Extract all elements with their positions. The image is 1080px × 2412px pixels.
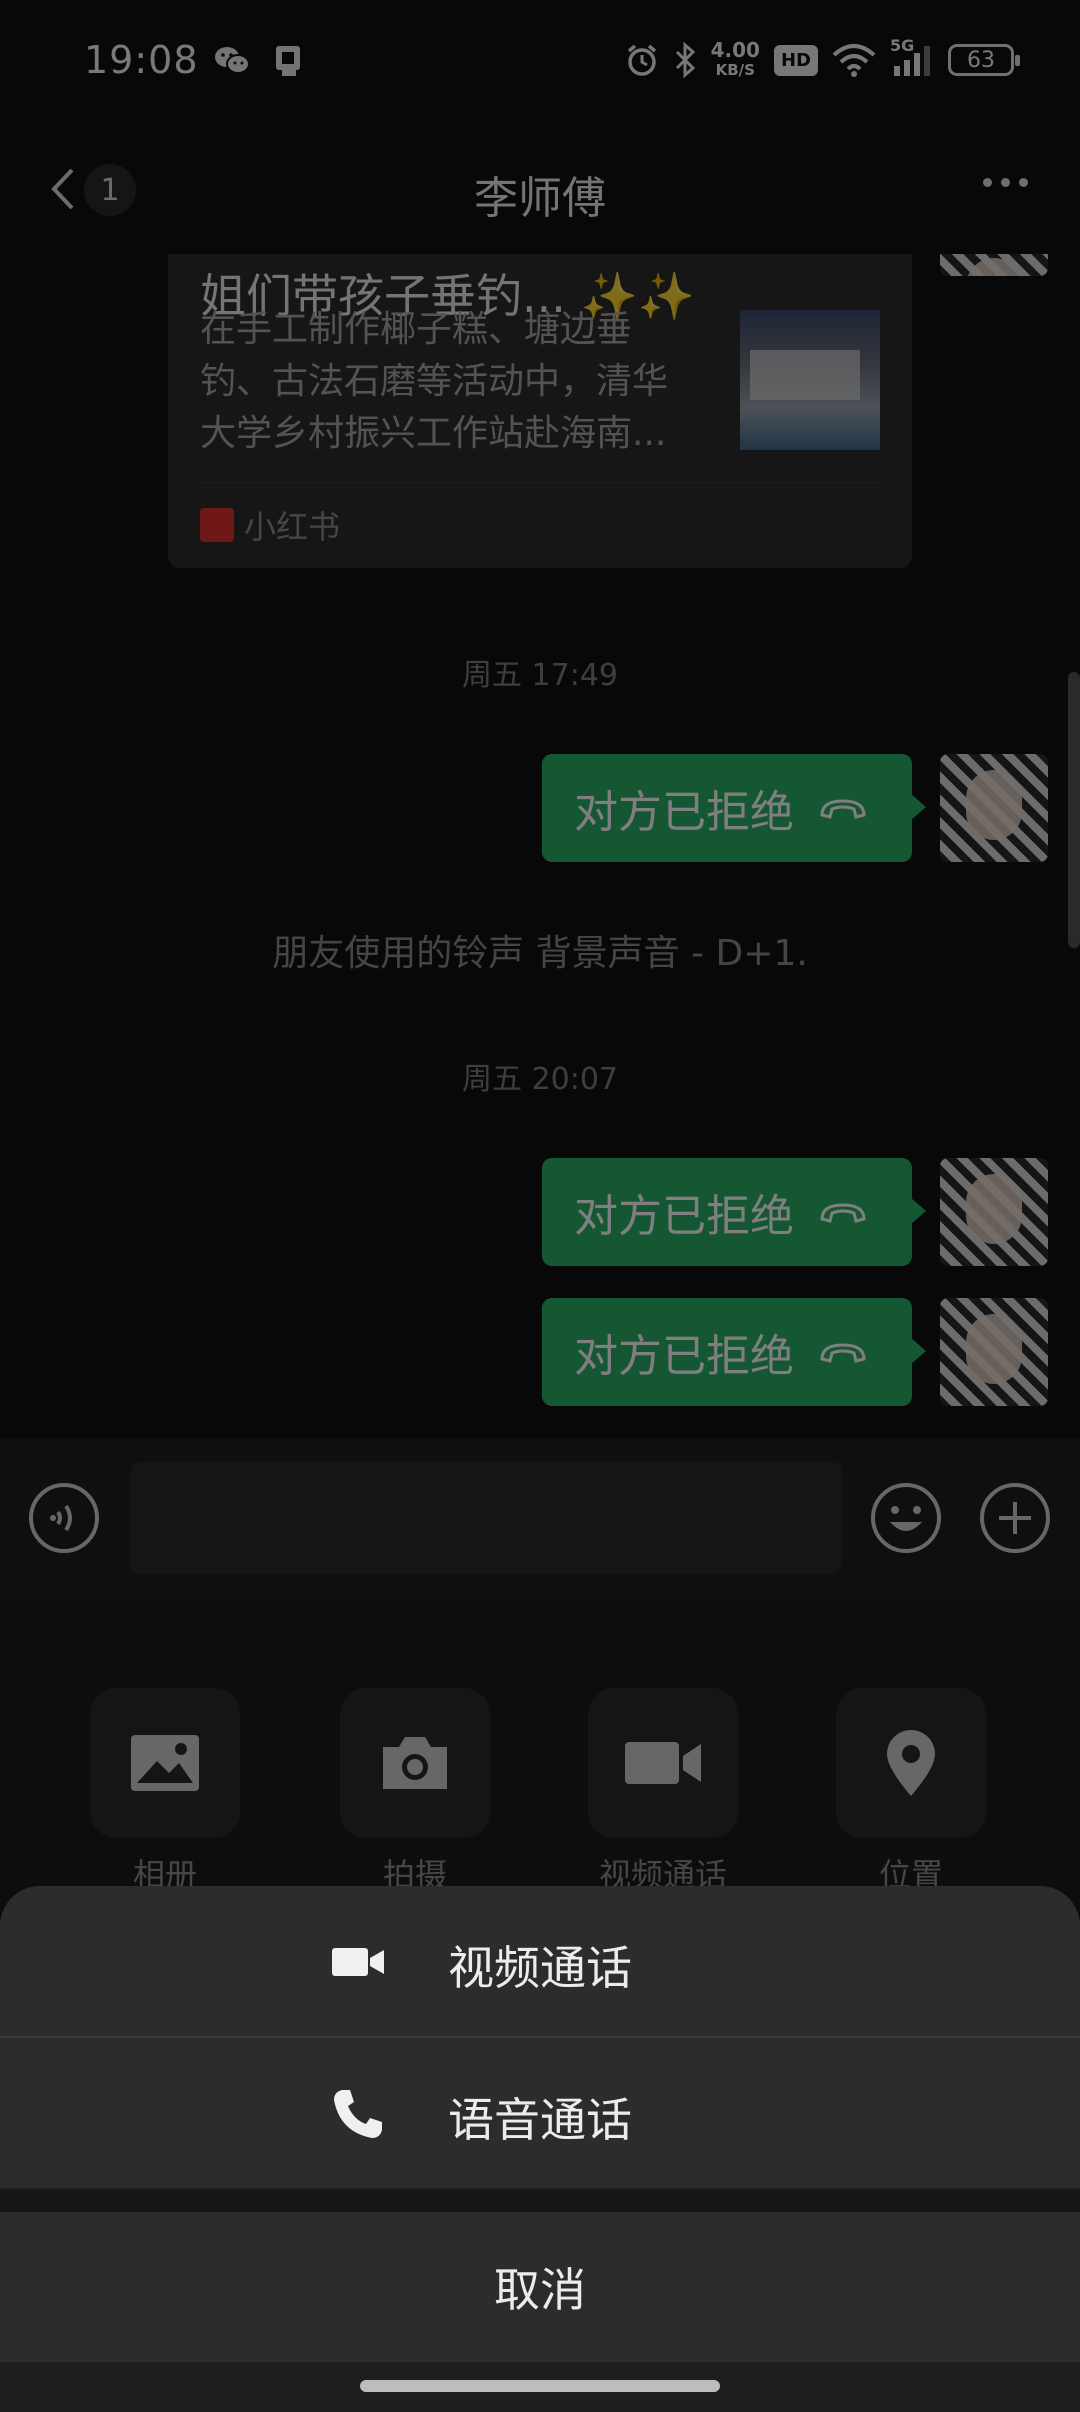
video-call-label: 视频通话: [448, 1941, 632, 1995]
voice-call-label: 语音通话: [448, 2093, 632, 2147]
video-call-option[interactable]: 视频通话: [0, 1886, 1080, 2036]
cancel-button[interactable]: 取消: [0, 2212, 1080, 2362]
call-action-sheet: 视频通话 语音通话 取消: [0, 1886, 1080, 2412]
phone-icon: [334, 2090, 382, 2138]
home-indicator[interactable]: [360, 2380, 720, 2392]
sheet-gap: [0, 2190, 1080, 2212]
voice-call-option[interactable]: 语音通话: [0, 2038, 1080, 2188]
video-camera-icon: [332, 1948, 384, 1976]
